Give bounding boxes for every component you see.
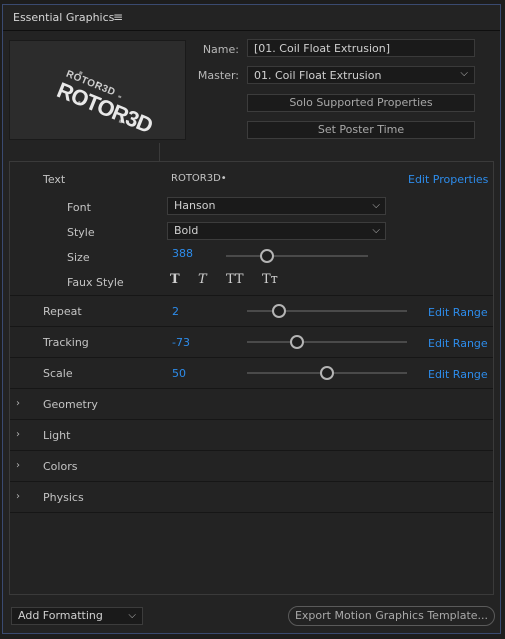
slider-track bbox=[226, 255, 368, 257]
chevron-down-icon: ⌵ bbox=[128, 610, 136, 621]
add-formatting-dropdown[interactable]: Add Formatting ⌵ bbox=[11, 607, 143, 625]
repeat-label: Repeat bbox=[43, 305, 82, 318]
group-geometry-label: Geometry bbox=[43, 398, 98, 411]
chevron-right-icon[interactable]: › bbox=[16, 429, 20, 440]
row-separator bbox=[10, 419, 493, 420]
master-dropdown[interactable]: 01. Coil Float Extrusion ⌵ bbox=[247, 66, 475, 84]
group-colors-label: Colors bbox=[43, 460, 78, 473]
chevron-right-icon[interactable]: › bbox=[16, 460, 20, 471]
scale-value[interactable]: 50 bbox=[172, 367, 186, 380]
faux-style-label: Faux Style bbox=[67, 276, 124, 289]
faux-bold-icon[interactable]: T bbox=[170, 272, 180, 287]
row-separator bbox=[10, 450, 493, 451]
font-dropdown[interactable]: Hanson ⌵ bbox=[167, 197, 386, 215]
font-label: Font bbox=[67, 201, 91, 214]
scale-edit-range-link[interactable]: Edit Range bbox=[428, 368, 488, 381]
slider-knob[interactable] bbox=[289, 335, 304, 349]
export-motion-graphics-template-button[interactable]: Export Motion Graphics Template... bbox=[288, 606, 495, 626]
chevron-down-icon: ⌵ bbox=[372, 225, 380, 236]
style-dropdown-value: Bold bbox=[174, 224, 199, 237]
tracking-value[interactable]: -73 bbox=[172, 336, 190, 349]
size-value[interactable]: 388 bbox=[172, 247, 193, 260]
name-label: Name: bbox=[202, 43, 239, 56]
preview-thumbnail: ROTOR3D ROTOR3D bbox=[9, 40, 186, 140]
chevron-right-icon[interactable]: › bbox=[16, 491, 20, 502]
tracking-label: Tracking bbox=[43, 336, 89, 349]
group-light-label: Light bbox=[43, 429, 71, 442]
properties-list: Text ROTOR3D• Edit Properties Font Hanso… bbox=[9, 161, 494, 595]
faux-small-caps-icon[interactable]: Tт bbox=[262, 272, 278, 287]
row-separator bbox=[10, 481, 493, 482]
row-separator bbox=[10, 295, 493, 296]
panel-header: Essential Graphics ≡ bbox=[3, 5, 500, 31]
text-layer-value[interactable]: ROTOR3D• bbox=[171, 173, 227, 184]
faux-italic-icon[interactable]: T bbox=[198, 272, 207, 287]
size-slider[interactable] bbox=[226, 249, 368, 263]
chevron-down-icon: ⌵ bbox=[372, 200, 380, 211]
preview-divider bbox=[159, 143, 160, 161]
edit-properties-link[interactable]: Edit Properties bbox=[408, 173, 488, 186]
add-formatting-label: Add Formatting bbox=[18, 609, 103, 622]
name-field[interactable]: [01. Coil Float Extrusion] bbox=[247, 39, 475, 57]
tracking-edit-range-link[interactable]: Edit Range bbox=[428, 337, 488, 350]
row-separator bbox=[10, 326, 493, 327]
tracking-slider[interactable] bbox=[247, 335, 407, 349]
chevron-right-icon[interactable]: › bbox=[16, 398, 20, 409]
repeat-slider[interactable] bbox=[247, 304, 407, 318]
slider-track bbox=[247, 341, 407, 343]
master-label: Master: bbox=[197, 69, 239, 82]
scale-label: Scale bbox=[43, 367, 73, 380]
rotor3d-logo-icon: ROTOR3D ROTOR3D bbox=[54, 69, 156, 138]
set-poster-time-button[interactable]: Set Poster Time bbox=[247, 121, 475, 139]
group-physics-label: Physics bbox=[43, 491, 84, 504]
row-separator bbox=[10, 512, 493, 513]
slider-track bbox=[247, 310, 407, 312]
slider-knob[interactable] bbox=[260, 249, 275, 263]
chevron-down-icon: ⌵ bbox=[460, 68, 468, 79]
size-label: Size bbox=[67, 251, 90, 264]
master-dropdown-value: 01. Coil Float Extrusion bbox=[254, 69, 382, 82]
row-separator bbox=[10, 357, 493, 358]
panel-title[interactable]: Essential Graphics bbox=[13, 11, 114, 24]
slider-knob[interactable] bbox=[320, 366, 334, 380]
row-separator bbox=[10, 388, 493, 389]
hamburger-icon[interactable]: ≡ bbox=[113, 10, 123, 24]
font-dropdown-value: Hanson bbox=[174, 199, 216, 212]
faux-all-caps-icon[interactable]: TT bbox=[226, 272, 244, 287]
slider-knob[interactable] bbox=[272, 304, 286, 318]
text-section-label: Text bbox=[43, 173, 66, 186]
solo-supported-properties-button[interactable]: Solo Supported Properties bbox=[247, 94, 475, 112]
repeat-edit-range-link[interactable]: Edit Range bbox=[428, 306, 488, 319]
style-label: Style bbox=[67, 226, 95, 239]
scale-slider[interactable] bbox=[247, 366, 407, 380]
style-dropdown[interactable]: Bold ⌵ bbox=[167, 222, 386, 240]
essential-graphics-panel: Essential Graphics ≡ ROTOR3D ROTOR3D Nam… bbox=[2, 4, 501, 634]
repeat-value[interactable]: 2 bbox=[172, 305, 179, 318]
